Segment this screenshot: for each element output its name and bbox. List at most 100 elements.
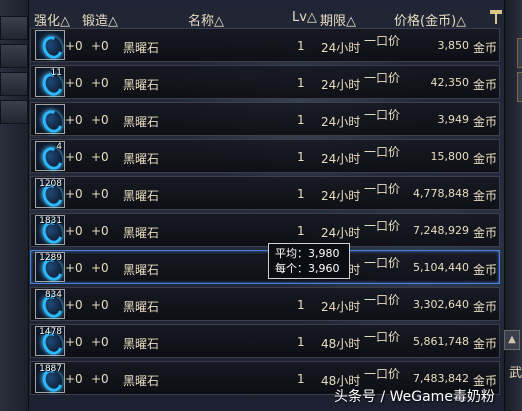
sale-type: 一口价 bbox=[364, 256, 401, 270]
sale-type: 一口价 bbox=[364, 293, 401, 307]
obsidian-item-icon[interactable]: 1289 bbox=[35, 252, 66, 284]
sort-price[interactable]: 价格(金币)△ bbox=[394, 10, 466, 29]
table-row[interactable]: 1289 +0 +0 黑曜石 1 24小时 一口价 5,104,440 金币 bbox=[30, 250, 500, 284]
price-unit: 金币 bbox=[472, 78, 497, 92]
forge-value: +0 bbox=[91, 39, 109, 53]
price-unit: 金币 bbox=[472, 337, 497, 351]
enhance-value: +0 bbox=[65, 113, 83, 127]
obsidian-item-icon[interactable]: 1208 bbox=[35, 178, 66, 210]
obsidian-item-icon[interactable] bbox=[35, 30, 66, 62]
item-duration: 24小时 bbox=[321, 78, 361, 92]
obsidian-item-icon[interactable]: 1887 bbox=[35, 363, 66, 395]
stack-count: 1831 bbox=[39, 216, 62, 226]
item-name: 黑曜石 bbox=[123, 226, 160, 240]
item-price: 15,800 bbox=[430, 150, 470, 163]
sale-type: 一口价 bbox=[364, 145, 401, 159]
table-row[interactable]: 11 +0 +0 黑曜石 1 24小时 一口价 42,350 金币 bbox=[30, 65, 500, 99]
stack-count: 11 bbox=[50, 68, 62, 78]
price-unit: 金币 bbox=[472, 226, 497, 240]
stack-count: 1887 bbox=[39, 364, 62, 374]
obsidian-item-icon[interactable]: 1831 bbox=[35, 215, 66, 247]
price-unit: 金币 bbox=[472, 115, 497, 129]
sale-type: 一口价 bbox=[364, 182, 401, 196]
left-panel-tab[interactable] bbox=[0, 44, 28, 68]
enhance-value: +0 bbox=[65, 261, 83, 275]
table-row[interactable]: 834 +0 +0 黑曜石 1 24小时 一口价 3,302,640 金币 bbox=[30, 287, 500, 321]
item-name: 黑曜石 bbox=[123, 152, 160, 166]
forge-value: +0 bbox=[91, 298, 109, 312]
item-price: 5,104,440 bbox=[413, 261, 469, 274]
item-price: 3,302,640 bbox=[413, 298, 469, 311]
sale-type: 一口价 bbox=[364, 219, 401, 233]
item-name: 黑曜石 bbox=[123, 300, 160, 314]
price-unit: 金币 bbox=[472, 300, 497, 314]
item-name: 黑曜石 bbox=[123, 41, 160, 55]
item-level: 1 bbox=[297, 335, 305, 349]
tooltip-average: 平均：3,980 bbox=[275, 247, 340, 260]
stack-count: 4 bbox=[56, 142, 62, 152]
obsidian-item-icon[interactable]: 834 bbox=[35, 289, 66, 321]
sale-type: 一口价 bbox=[364, 34, 401, 48]
table-row[interactable]: 1831 +0 +0 黑曜石 1 24小时 一口价 7,248,929 金币 bbox=[30, 213, 500, 247]
table-row[interactable]: 1208 +0 +0 黑曜石 1 24小时 一口价 4,778,848 金币 bbox=[30, 176, 500, 210]
sale-type: 一口价 bbox=[364, 367, 401, 381]
side-label: 武 bbox=[509, 366, 522, 381]
left-panel-tab[interactable] bbox=[0, 100, 28, 124]
item-price: 7,248,929 bbox=[413, 224, 469, 237]
item-price: 5,861,748 bbox=[413, 335, 469, 348]
scroll-up-button[interactable]: ▲ bbox=[504, 330, 520, 350]
enhance-value: +0 bbox=[65, 224, 83, 238]
forge-value: +0 bbox=[91, 113, 109, 127]
hammer-icon[interactable] bbox=[490, 10, 502, 24]
obsidian-item-icon[interactable]: 4 bbox=[35, 141, 66, 173]
obsidian-item-icon[interactable]: 11 bbox=[35, 67, 66, 99]
item-duration: 24小时 bbox=[321, 41, 361, 55]
price-unit: 金币 bbox=[472, 263, 497, 277]
watermark: 头条号 / WeGame毒奶粉 bbox=[334, 389, 495, 405]
sort-name[interactable]: 名称△ bbox=[188, 10, 224, 29]
item-name: 黑曜石 bbox=[123, 78, 160, 92]
price-unit: 金币 bbox=[472, 189, 497, 203]
enhance-value: +0 bbox=[65, 39, 83, 53]
enhance-value: +0 bbox=[65, 298, 83, 312]
sort-forge[interactable]: 锻造△ bbox=[82, 10, 118, 29]
item-duration: 24小时 bbox=[321, 115, 361, 129]
sale-type: 一口价 bbox=[364, 330, 401, 344]
sort-lv[interactable]: Lv△ bbox=[292, 10, 317, 25]
stack-count: 1289 bbox=[39, 253, 62, 263]
table-row[interactable]: 4 +0 +0 黑曜石 1 24小时 一口价 15,800 金币 bbox=[30, 139, 500, 173]
left-panel-tab[interactable] bbox=[0, 72, 28, 96]
forge-value: +0 bbox=[91, 187, 109, 201]
sale-type: 一口价 bbox=[364, 108, 401, 122]
obsidian-item-icon[interactable]: 1478 bbox=[35, 326, 66, 358]
item-level: 1 bbox=[297, 150, 305, 164]
obsidian-ring-icon bbox=[39, 107, 66, 136]
sort-duration[interactable]: 期限△ bbox=[320, 10, 356, 29]
forge-value: +0 bbox=[91, 150, 109, 164]
item-price: 42,350 bbox=[430, 76, 470, 89]
table-row[interactable]: +0 +0 黑曜石 1 24小时 一口价 3,949 金币 bbox=[30, 102, 500, 136]
obsidian-ring-icon bbox=[39, 33, 66, 62]
item-duration: 48小时 bbox=[321, 337, 361, 351]
item-duration: 24小时 bbox=[321, 189, 361, 203]
forge-value: +0 bbox=[91, 76, 109, 90]
right-panel-tab[interactable] bbox=[517, 38, 522, 68]
right-panel-tab[interactable] bbox=[517, 72, 522, 102]
item-level: 1 bbox=[297, 224, 305, 238]
item-price: 4,778,848 bbox=[413, 187, 469, 200]
item-level: 1 bbox=[297, 298, 305, 312]
obsidian-item-icon[interactable] bbox=[35, 104, 66, 136]
item-duration: 24小时 bbox=[321, 152, 361, 166]
item-price: 7,483,842 bbox=[413, 372, 469, 385]
item-name: 黑曜石 bbox=[123, 263, 160, 277]
table-row[interactable]: +0 +0 黑曜石 1 24小时 一口价 3,850 金币 bbox=[30, 28, 500, 62]
item-name: 黑曜石 bbox=[123, 374, 160, 388]
left-panel-edge bbox=[0, 0, 29, 411]
table-row[interactable]: 1478 +0 +0 黑曜石 1 48小时 一口价 5,861,748 金币 bbox=[30, 324, 500, 358]
item-name: 黑曜石 bbox=[123, 189, 160, 203]
item-level: 1 bbox=[297, 39, 305, 53]
stack-count: 1478 bbox=[39, 327, 62, 337]
item-name: 黑曜石 bbox=[123, 115, 160, 129]
left-panel-tab[interactable] bbox=[0, 16, 28, 40]
sort-enhance[interactable]: 强化△ bbox=[34, 10, 70, 29]
